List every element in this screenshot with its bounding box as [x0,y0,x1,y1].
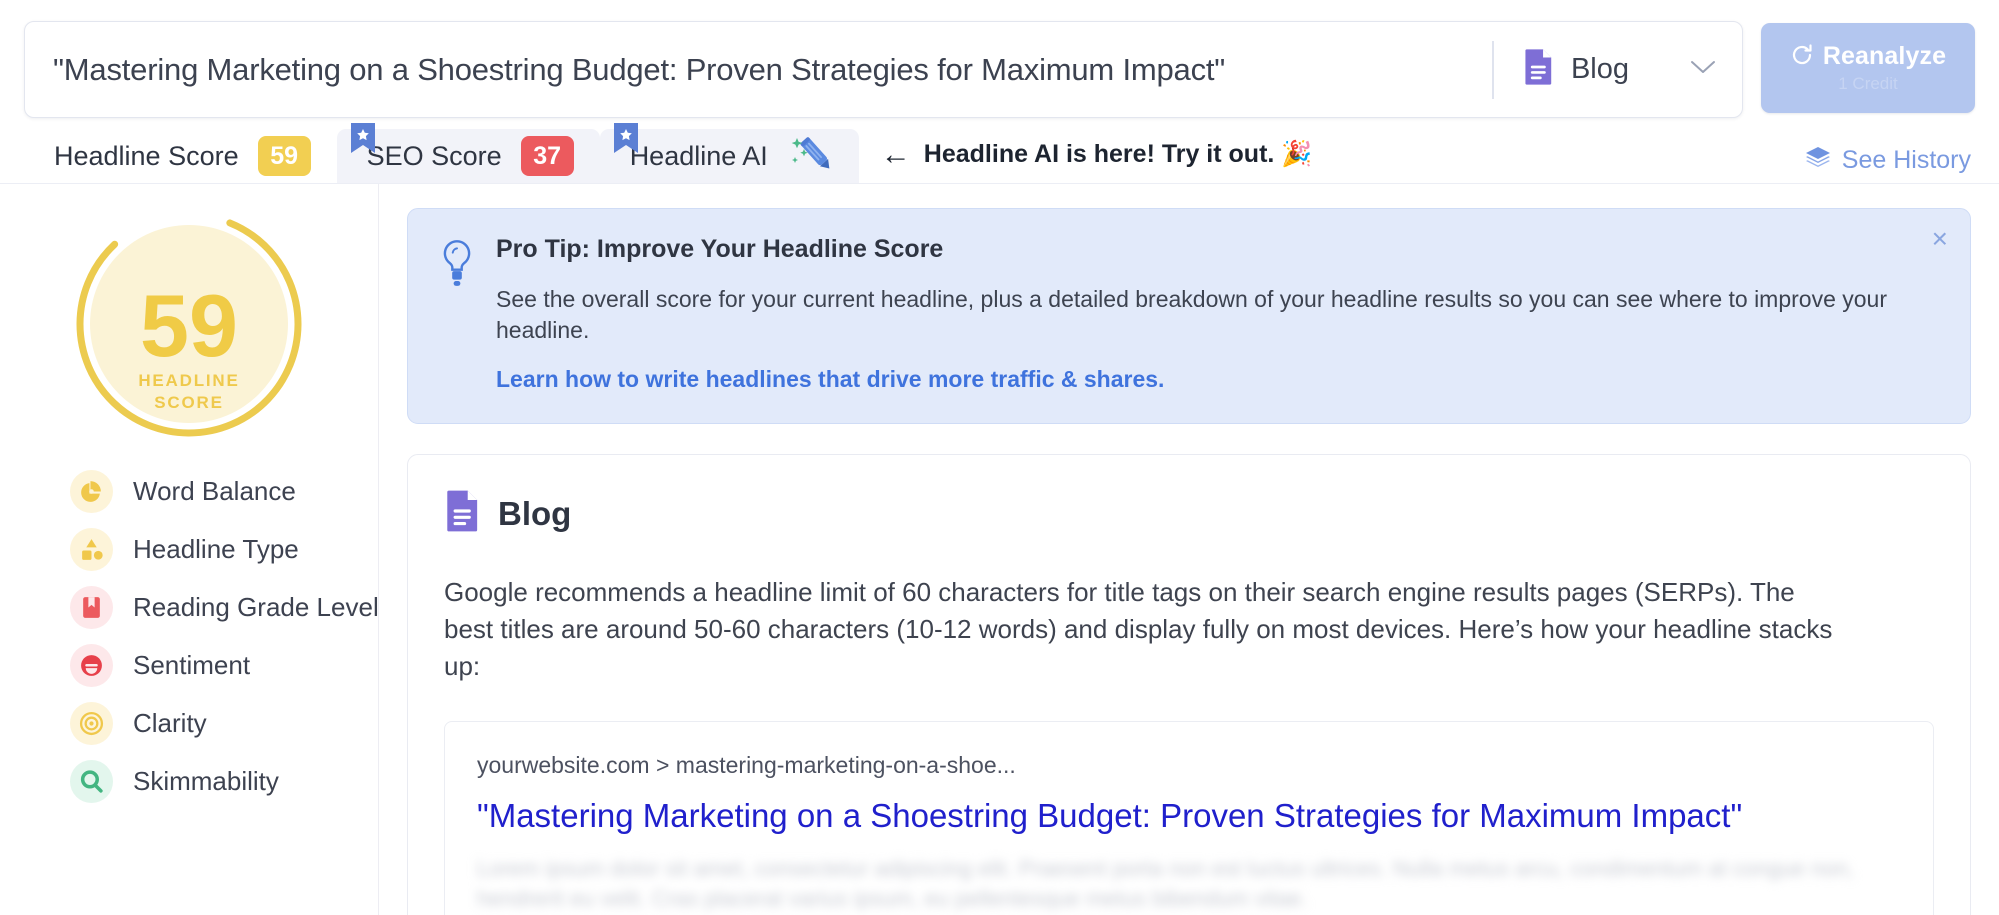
promo-text: Headline AI is here! Try it out. 🎉 [923,140,1313,168]
serp-preview: yourwebsite.com > mastering-marketing-on… [444,720,1934,915]
tab-label: Headline AI [629,140,768,171]
see-history-label: See History [1841,146,1971,174]
refresh-icon [1790,43,1814,70]
tab-headline-score[interactable]: Headline Score 59 [24,129,337,183]
content-area: 59 HEADLINE SCORE Word Balance Headline … [0,183,1999,915]
sidebar-item-headline-type[interactable]: Headline Type [0,520,378,578]
search-icon [70,759,113,803]
result-card-title: Blog [498,494,572,532]
score-caption-line1: HEADLINE [138,371,239,390]
sidebar-item-clarity[interactable]: Clarity [0,694,378,752]
headline-score-badge: 59 [257,136,311,176]
document-icon [444,489,482,538]
sidebar-item-label: Sentiment [133,649,251,680]
pro-tip-banner: Pro Tip: Improve Your Headline Score See… [407,208,1971,425]
headline-score-gauge: 59 HEADLINE SCORE [0,208,378,440]
bookmark-icon [613,123,638,157]
tab-label: SEO Score [366,140,502,171]
sidebar-item-label: Headline Type [133,533,299,564]
main-panel: Pro Tip: Improve Your Headline Score See… [379,184,1999,915]
close-icon[interactable]: × [1932,225,1948,253]
reanalyze-credit-label: 1 Credit [1838,74,1898,93]
top-bar: Blog Reanalyze 1 Credit [0,0,1999,128]
target-icon [70,701,113,745]
sidebar-item-label: Reading Grade Level [133,591,379,622]
result-card-description: Google recommends a headline limit of 60… [444,577,1833,681]
lightbulb-icon [440,235,474,393]
sidebar-item-reading-grade-level[interactable]: Reading Grade Level [0,578,379,636]
magic-pencil-icon [787,133,833,180]
headline-input-container: Blog [24,21,1743,118]
sidebar-item-sentiment[interactable]: Sentiment [0,636,378,694]
headline-ai-promo: ← Headline AI is here! Try it out. 🎉 [881,129,1313,183]
seo-score-badge: 37 [520,136,574,176]
tab-label: Headline Score [54,140,239,171]
score-caption-line2: SCORE [154,393,223,412]
serp-url: yourwebsite.com > mastering-marketing-on… [477,751,1016,778]
sidebar-item-label: Word Balance [133,475,296,506]
pro-tip-link[interactable]: Learn how to write headlines that drive … [496,366,1164,392]
sidebar-item-label: Skimmability [133,765,279,796]
sidebar-item-skimmability[interactable]: Skimmability [0,752,378,810]
tab-headline-ai[interactable]: Headline AI [599,123,859,183]
document-icon [1522,48,1556,91]
document-type-label: Blog [1570,53,1629,85]
see-history-button[interactable]: See History [1805,146,1971,183]
serp-title[interactable]: "Mastering Marketing on a Shoestring Bud… [477,795,1901,836]
headline-input[interactable] [25,51,1493,88]
reanalyze-button[interactable]: Reanalyze 1 Credit [1761,23,1975,113]
chevron-down-icon [1690,59,1716,80]
result-card: Blog Google recommends a headline limit … [407,454,1971,915]
pie-chart-icon [70,469,113,513]
bookmark-icon [350,123,375,157]
serp-snippet: Lorem ipsum dolor sit amet, consectetur … [477,856,1854,912]
document-type-select[interactable]: Blog [1494,22,1742,117]
pro-tip-title: Pro Tip: Improve Your Headline Score [496,235,944,263]
sidebar: 59 HEADLINE SCORE Word Balance Headline … [0,184,379,915]
bookmark-icon [70,585,113,629]
sidebar-item-word-balance[interactable]: Word Balance [0,462,378,520]
pro-tip-body: See the overall score for your current h… [496,286,1888,344]
left-arrow-icon: ← [880,137,911,171]
result-card-header: Blog [444,489,1934,538]
neutral-face-icon [70,643,113,687]
tab-seo-score[interactable]: SEO Score 37 [336,123,600,183]
score-value: 59 [140,276,238,375]
tab-strip: Headline Score 59 SEO Score 37 Headline … [0,123,1999,183]
reanalyze-label: Reanalyze [1822,42,1947,70]
shapes-icon [70,527,113,571]
sidebar-item-label: Clarity [133,707,207,738]
layers-icon [1805,146,1831,175]
